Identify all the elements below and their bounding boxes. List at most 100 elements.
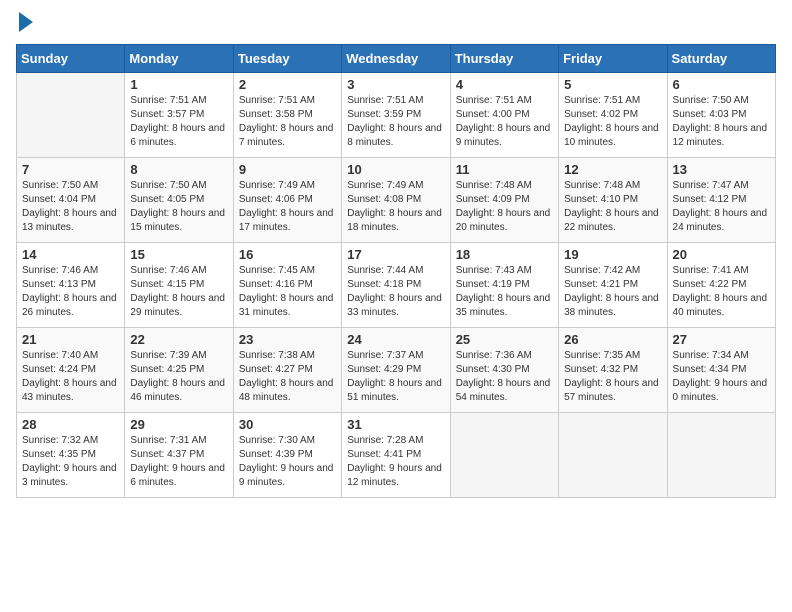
day-number: 2 xyxy=(239,77,336,92)
page-container: Sunday Monday Tuesday Wednesday Thursday… xyxy=(0,0,792,514)
day-info: Sunrise: 7:31 AMSunset: 4:37 PMDaylight:… xyxy=(130,434,227,490)
logo-arrow-icon xyxy=(19,12,33,32)
day-number: 31 xyxy=(347,417,444,432)
day-info: Sunrise: 7:37 AMSunset: 4:29 PMDaylight:… xyxy=(347,349,444,405)
day-number: 8 xyxy=(130,162,227,177)
day-number: 10 xyxy=(347,162,444,177)
day-info: Sunrise: 7:48 AMSunset: 4:10 PMDaylight:… xyxy=(564,179,661,235)
calendar-cell: 31 Sunrise: 7:28 AMSunset: 4:41 PMDayligh… xyxy=(342,413,450,498)
day-number: 15 xyxy=(130,247,227,262)
col-monday: Monday xyxy=(125,45,233,73)
calendar-cell: 5Sunrise: 7:51 AMSunset: 4:02 PMDaylight… xyxy=(559,73,667,158)
day-info: Sunrise: 7:30 AMSunset: 4:39 PMDaylight:… xyxy=(239,434,336,490)
day-info: Sunrise: 7:50 AMSunset: 4:05 PMDaylight:… xyxy=(130,179,227,235)
calendar-cell: 12 Sunrise: 7:48 AMSunset: 4:10 PMDayligh… xyxy=(559,158,667,243)
day-number: 13 xyxy=(673,162,770,177)
calendar-cell xyxy=(17,73,125,158)
calendar-cell: 8 Sunrise: 7:50 AMSunset: 4:05 PMDaylight… xyxy=(125,158,233,243)
calendar-cell: 17 Sunrise: 7:44 AMSunset: 4:18 PMDayligh… xyxy=(342,243,450,328)
day-info: Sunrise: 7:49 AMSunset: 4:08 PMDaylight:… xyxy=(347,179,444,235)
day-info: Sunrise: 7:51 AMSunset: 3:59 PMDaylight:… xyxy=(347,94,444,150)
col-thursday: Thursday xyxy=(450,45,558,73)
calendar-cell: 14 Sunrise: 7:46 AMSunset: 4:13 PMDayligh… xyxy=(17,243,125,328)
week-row-1: 7Sunrise: 7:50 AMSunset: 4:04 PMDaylight… xyxy=(17,158,776,243)
day-info: Sunrise: 7:36 AMSunset: 4:30 PMDaylight:… xyxy=(456,349,553,405)
calendar-cell: 1 Sunrise: 7:51 AMSunset: 3:57 PMDaylight… xyxy=(125,73,233,158)
day-number: 20 xyxy=(673,247,770,262)
day-number: 9 xyxy=(239,162,336,177)
day-info: Sunrise: 7:46 AMSunset: 4:15 PMDaylight:… xyxy=(130,264,227,320)
logo-text xyxy=(16,16,33,32)
day-info: Sunrise: 7:51 AMSunset: 4:00 PMDaylight:… xyxy=(456,94,553,150)
day-info: Sunrise: 7:47 AMSunset: 4:12 PMDaylight:… xyxy=(673,179,770,235)
day-info: Sunrise: 7:44 AMSunset: 4:18 PMDaylight:… xyxy=(347,264,444,320)
calendar-cell: 30 Sunrise: 7:30 AMSunset: 4:39 PMDayligh… xyxy=(233,413,341,498)
day-number: 1 xyxy=(130,77,227,92)
day-number: 23 xyxy=(239,332,336,347)
calendar-cell: 6 Sunrise: 7:50 AMSunset: 4:03 PMDaylight… xyxy=(667,73,775,158)
week-row-4: 28Sunrise: 7:32 AMSunset: 4:35 PMDayligh… xyxy=(17,413,776,498)
day-number: 12 xyxy=(564,162,661,177)
calendar-table: Sunday Monday Tuesday Wednesday Thursday… xyxy=(16,44,776,498)
day-info: Sunrise: 7:28 AMSunset: 4:41 PMDaylight:… xyxy=(347,434,444,490)
day-number: 7 xyxy=(22,162,119,177)
calendar-cell: 4 Sunrise: 7:51 AMSunset: 4:00 PMDaylight… xyxy=(450,73,558,158)
calendar-cell: 11Sunrise: 7:48 AMSunset: 4:09 PMDayligh… xyxy=(450,158,558,243)
col-sunday: Sunday xyxy=(17,45,125,73)
calendar-cell: 7Sunrise: 7:50 AMSunset: 4:04 PMDaylight… xyxy=(17,158,125,243)
day-number: 14 xyxy=(22,247,119,262)
col-tuesday: Tuesday xyxy=(233,45,341,73)
day-number: 22 xyxy=(130,332,227,347)
day-number: 29 xyxy=(130,417,227,432)
day-number: 16 xyxy=(239,247,336,262)
day-number: 27 xyxy=(673,332,770,347)
day-number: 28 xyxy=(22,417,119,432)
day-number: 21 xyxy=(22,332,119,347)
day-info: Sunrise: 7:51 AMSunset: 3:57 PMDaylight:… xyxy=(130,94,227,150)
calendar-cell: 26 Sunrise: 7:35 AMSunset: 4:32 PMDayligh… xyxy=(559,328,667,413)
calendar-cell: 28Sunrise: 7:32 AMSunset: 4:35 PMDayligh… xyxy=(17,413,125,498)
col-wednesday: Wednesday xyxy=(342,45,450,73)
day-number: 4 xyxy=(456,77,553,92)
calendar-cell: 29 Sunrise: 7:31 AMSunset: 4:37 PMDayligh… xyxy=(125,413,233,498)
calendar-cell: 21 Sunrise: 7:40 AMSunset: 4:24 PMDayligh… xyxy=(17,328,125,413)
day-number: 17 xyxy=(347,247,444,262)
day-number: 3 xyxy=(347,77,444,92)
day-info: Sunrise: 7:38 AMSunset: 4:27 PMDaylight:… xyxy=(239,349,336,405)
calendar-cell: 15 Sunrise: 7:46 AMSunset: 4:15 PMDayligh… xyxy=(125,243,233,328)
calendar-cell: 3 Sunrise: 7:51 AMSunset: 3:59 PMDaylight… xyxy=(342,73,450,158)
col-friday: Friday xyxy=(559,45,667,73)
day-number: 6 xyxy=(673,77,770,92)
day-number: 30 xyxy=(239,417,336,432)
day-info: Sunrise: 7:35 AMSunset: 4:32 PMDaylight:… xyxy=(564,349,661,405)
day-info: Sunrise: 7:50 AMSunset: 4:03 PMDaylight:… xyxy=(673,94,770,150)
calendar-cell xyxy=(559,413,667,498)
calendar-cell xyxy=(450,413,558,498)
calendar-cell: 19 Sunrise: 7:42 AMSunset: 4:21 PMDayligh… xyxy=(559,243,667,328)
day-number: 19 xyxy=(564,247,661,262)
day-info: Sunrise: 7:40 AMSunset: 4:24 PMDaylight:… xyxy=(22,349,119,405)
day-number: 25 xyxy=(456,332,553,347)
day-number: 18 xyxy=(456,247,553,262)
header-row: Sunday Monday Tuesday Wednesday Thursday… xyxy=(17,45,776,73)
calendar-cell: 22 Sunrise: 7:39 AMSunset: 4:25 PMDayligh… xyxy=(125,328,233,413)
calendar-cell: 2Sunrise: 7:51 AMSunset: 3:58 PMDaylight… xyxy=(233,73,341,158)
day-number: 24 xyxy=(347,332,444,347)
header xyxy=(16,16,776,32)
day-number: 5 xyxy=(564,77,661,92)
calendar-cell: 9 Sunrise: 7:49 AMSunset: 4:06 PMDaylight… xyxy=(233,158,341,243)
day-info: Sunrise: 7:46 AMSunset: 4:13 PMDaylight:… xyxy=(22,264,119,320)
day-info: Sunrise: 7:45 AMSunset: 4:16 PMDaylight:… xyxy=(239,264,336,320)
day-info: Sunrise: 7:34 AMSunset: 4:34 PMDaylight:… xyxy=(673,349,770,405)
day-info: Sunrise: 7:39 AMSunset: 4:25 PMDaylight:… xyxy=(130,349,227,405)
calendar-cell: 18Sunrise: 7:43 AMSunset: 4:19 PMDayligh… xyxy=(450,243,558,328)
day-number: 11 xyxy=(456,162,553,177)
week-row-0: 1 Sunrise: 7:51 AMSunset: 3:57 PMDaylight… xyxy=(17,73,776,158)
day-info: Sunrise: 7:49 AMSunset: 4:06 PMDaylight:… xyxy=(239,179,336,235)
logo xyxy=(16,16,33,32)
day-number: 26 xyxy=(564,332,661,347)
calendar-cell: 10 Sunrise: 7:49 AMSunset: 4:08 PMDayligh… xyxy=(342,158,450,243)
calendar-cell: 23 Sunrise: 7:38 AMSunset: 4:27 PMDayligh… xyxy=(233,328,341,413)
day-info: Sunrise: 7:42 AMSunset: 4:21 PMDaylight:… xyxy=(564,264,661,320)
col-saturday: Saturday xyxy=(667,45,775,73)
